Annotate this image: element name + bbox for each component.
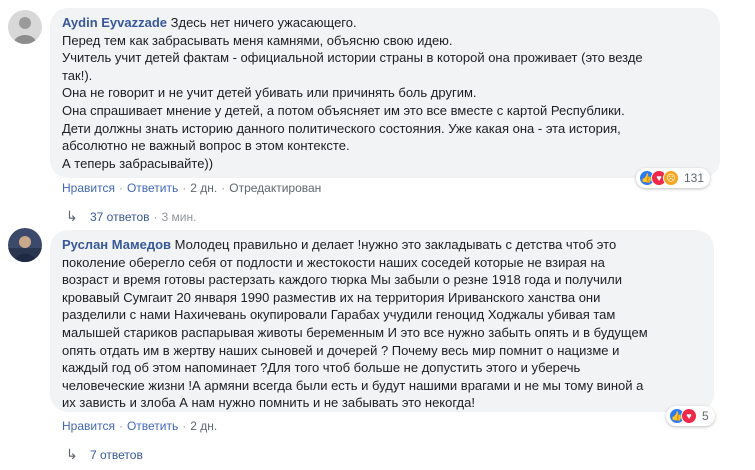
comment-text-line: каждый год об этом напоминает ?Для того … [62,360,581,376]
separator-dot: · [153,210,158,224]
comment-text-line: Здесь нет ничего ужасающего. [170,15,357,30]
reaction-count: 131 [684,171,705,185]
comment-actions-2: Нравится · Ответить · 2 дн. [62,419,217,433]
reply-button[interactable]: Ответить [127,419,178,433]
comment-timestamp[interactable]: 2 дн. [190,181,217,195]
comment-text-line: Дети должны знать историю данного полити… [62,120,621,136]
reaction-summary-1[interactable]: 👍 ♥ ☹ 131 [636,168,711,188]
comment-line: Aydin Eyvazzade Здесь нет ничего ужасающ… [62,14,708,32]
avatar-photo-icon [8,228,42,262]
like-button[interactable]: Нравится [62,419,115,433]
reply-arrow-icon: ↳ [66,208,78,224]
comment-text-line: так!). [62,67,93,83]
separator-dot: · [221,181,226,195]
comment-bubble-1: Aydin Eyvazzade Здесь нет ничего ужасающ… [50,8,720,178]
comment-text-line: А теперь забрасывайте)) [62,155,214,171]
avatar-aydin[interactable] [8,10,42,44]
comment-text-line: Учитель учит детей фактам - официальной … [62,50,643,66]
comment-bubble-2: Руслан Мамедов Молодец правильно и делае… [50,230,714,412]
separator-dot: · [118,419,123,433]
comment-text-line: их зависть и злоба А нам нужно помнить и… [62,395,475,411]
comment-text-line: опять отдать им в жертву наших сыновей и… [62,342,620,358]
separator-dot: · [118,181,123,195]
comment-text-line: Перед тем как забрасывать меня камнями, … [62,32,453,48]
separator-dot: · [182,181,187,195]
view-replies-1[interactable]: ↳ 37 ответов · 3 мин. [66,208,196,225]
comment-author[interactable]: Руслан Мамедов [62,237,171,252]
comment-text-line: Она спрашивает мнение у детей, а потом о… [62,102,625,118]
comment-text-line: человеческие жизни !А армяни всегда были… [62,377,644,393]
reaction-count: 5 [702,409,709,423]
comment-text-line: разделили с нами Нахичевань окупировали … [62,307,616,323]
avatar-photo-icon [8,10,42,44]
comment-author[interactable]: Aydin Eyvazzade [62,15,167,30]
avatar-ruslan[interactable] [8,228,42,262]
replies-time: 3 мин. [161,210,197,224]
comment-text-line: малышей стариков распарывая животы берем… [62,324,648,340]
comment-text-line: Молодец правильно и делает !нужно это за… [174,237,617,252]
comment-text-line: возраст и время готовы растерзать каждог… [62,272,622,288]
edited-label[interactable]: Отредактирован [229,181,321,195]
comment-line: Руслан Мамедов Молодец правильно и делае… [62,236,702,254]
reply-arrow-icon: ↳ [66,446,78,462]
angry-icon: ☹ [663,170,679,186]
replies-count[interactable]: 37 ответов [90,210,150,224]
view-replies-2[interactable]: ↳ 7 ответов [66,446,143,463]
comment-actions-1: Нравится · Ответить · 2 дн. · Отредактирован [62,181,321,195]
comment-text-line: Она не говорит и не учит детей убивать и… [62,85,477,101]
replies-count[interactable]: 7 ответов [90,448,143,462]
like-button[interactable]: Нравится [62,181,115,195]
comment-text-line: поколение оберегло себя от подлости и же… [62,254,605,270]
comment-text-line: абсолютно не важный вопрос в этом контек… [62,138,350,154]
reply-button[interactable]: Ответить [127,181,178,195]
comment-timestamp[interactable]: 2 дн. [190,419,217,433]
comment-text-line: кровавый Сумгаит 20 января 1990 размести… [62,289,601,305]
love-icon: ♥ [681,408,697,424]
reaction-summary-2[interactable]: 👍 ♥ 5 [666,406,715,426]
separator-dot: · [182,419,187,433]
